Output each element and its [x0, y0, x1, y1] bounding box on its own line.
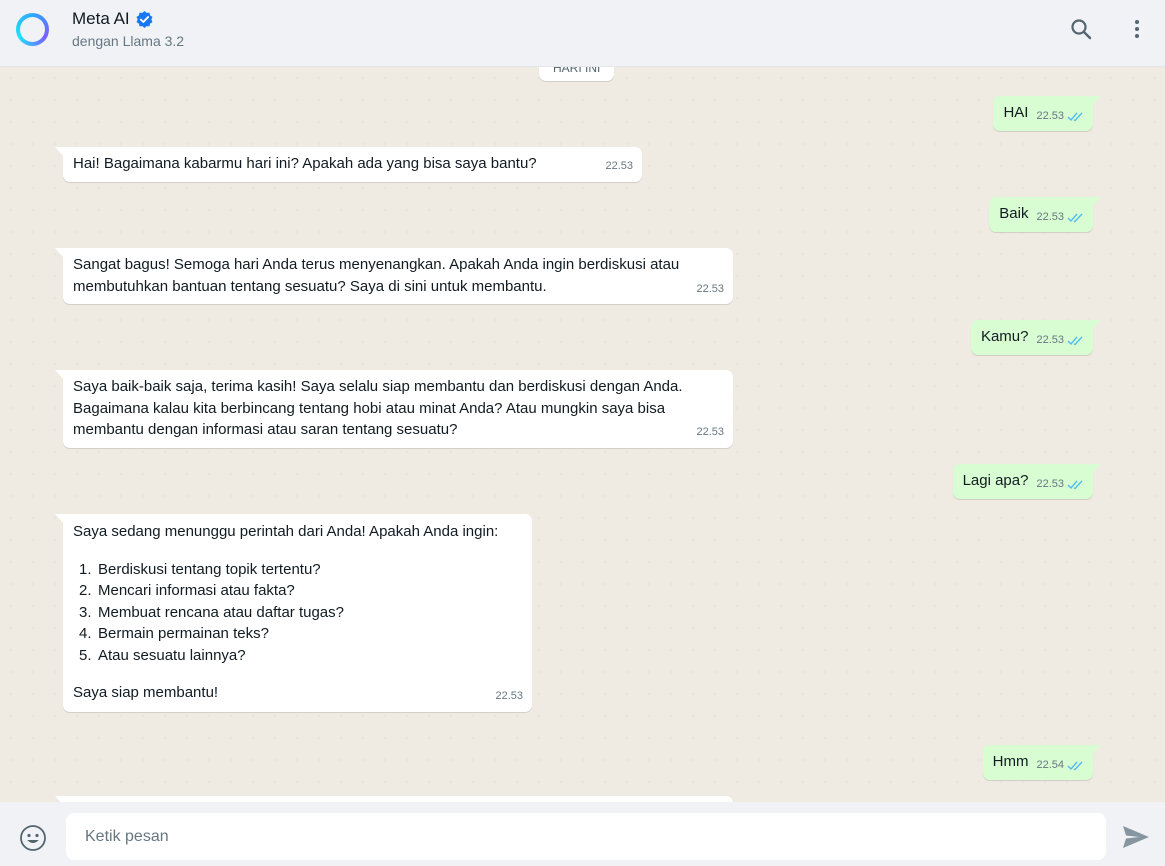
list-item: 4. Bermain permainan teks?	[79, 625, 269, 642]
message-line: Saya baik-baik saja, terima kasih! Saya …	[73, 378, 683, 395]
message-line: Bagaimana kalau kita berbincang tentang …	[73, 399, 666, 417]
outgoing-message[interactable]: HAI 22.53	[993, 96, 1101, 131]
message-text: HAI	[1003, 104, 1029, 121]
message-time: 22.53	[1036, 211, 1064, 223]
date-chip: HARI INI	[539, 67, 615, 81]
send-icon[interactable]	[1122, 825, 1150, 854]
list-item: 1. Berdiskusi tentang topik tertentu?	[79, 560, 321, 578]
message-text: Kamu?	[980, 328, 1029, 345]
list-item: 3. Membuat rencana atau daftar tugas?	[79, 603, 344, 621]
message-time: 22.53	[696, 282, 724, 295]
message-text: Baik	[999, 205, 1029, 222]
message-line: Sangat bagus! Semoga hari Anda terus men…	[73, 256, 680, 273]
outgoing-message[interactable]: Lagi apa? 22.53	[952, 464, 1102, 499]
incoming-message[interactable]: Saya baik-baik saja, terima kasih! Saya …	[55, 370, 733, 448]
list-item: 2. Mencari informasi atau fakta?	[79, 582, 295, 599]
outgoing-message[interactable]: Baik 22.53	[989, 197, 1101, 232]
read-receipt-icon	[1067, 213, 1083, 223]
message-time: 22.53	[1036, 478, 1064, 490]
chat-header: Meta AI dengan Llama 3.2	[0, 0, 1165, 67]
message-time: 22.54	[1036, 759, 1064, 771]
list-item: 5. Atau sesuatu lainnya?	[79, 646, 246, 664]
outgoing-message[interactable]: Hmm 22.54	[982, 745, 1102, 780]
message-intro: Saya sedang menunggu perintah dari Anda!…	[73, 523, 499, 540]
message-time: 22.53	[1036, 110, 1064, 122]
message-text: Hai! Bagaimana kabarmu hari ini? Apakah …	[73, 155, 537, 172]
message-line: membantu dengan informasi atau saran ten…	[73, 421, 458, 438]
read-receipt-icon	[1067, 761, 1083, 771]
incoming-message[interactable]: Hai! Bagaimana kabarmu hari ini? Apakah …	[55, 147, 642, 182]
meta-ai-logo-icon[interactable]	[16, 13, 49, 46]
contact-subtitle: dengan Llama 3.2	[72, 33, 185, 49]
more-vertical-icon[interactable]	[1124, 16, 1150, 42]
read-receipt-icon	[1067, 480, 1083, 490]
incoming-message[interactable]: Sangat bagus! Semoga hari Anda terus men…	[55, 248, 733, 304]
message-outro: Saya siap membantu!	[73, 684, 219, 701]
option-list: 1. Berdiskusi tentang topik tertentu? 2. M…	[73, 559, 523, 667]
contact-name: Meta AI	[72, 9, 130, 28]
compose-bar: Ketik pesan	[0, 802, 1165, 866]
read-receipt-icon	[1067, 336, 1083, 346]
message-time: 22.53	[1036, 334, 1064, 346]
message-list[interactable]: HARI INI HAI 22.53 Hai! Bagaimana kabarm…	[0, 67, 1165, 802]
message-text: Hmm	[992, 753, 1029, 770]
outgoing-message[interactable]: Kamu? 22.53	[970, 320, 1102, 355]
verified-badge-icon	[136, 10, 153, 28]
message-line: membutuhkan bantuan tentang sesuatu? Say…	[73, 277, 547, 295]
contact-info[interactable]: Meta AI dengan Llama 3.2	[72, 8, 184, 49]
message-time: 22.53	[495, 690, 523, 702]
message-time: 22.53	[696, 426, 724, 438]
message-text: Lagi apa?	[962, 472, 1029, 489]
read-receipt-icon	[1067, 112, 1083, 122]
search-icon[interactable]	[1068, 16, 1094, 42]
message-input[interactable]: Ketik pesan	[66, 813, 1106, 860]
message-time: 22.53	[605, 160, 633, 172]
incoming-message[interactable]: Saya sedang menunggu perintah dari Anda!…	[55, 514, 532, 712]
emoji-icon[interactable]	[19, 824, 47, 857]
